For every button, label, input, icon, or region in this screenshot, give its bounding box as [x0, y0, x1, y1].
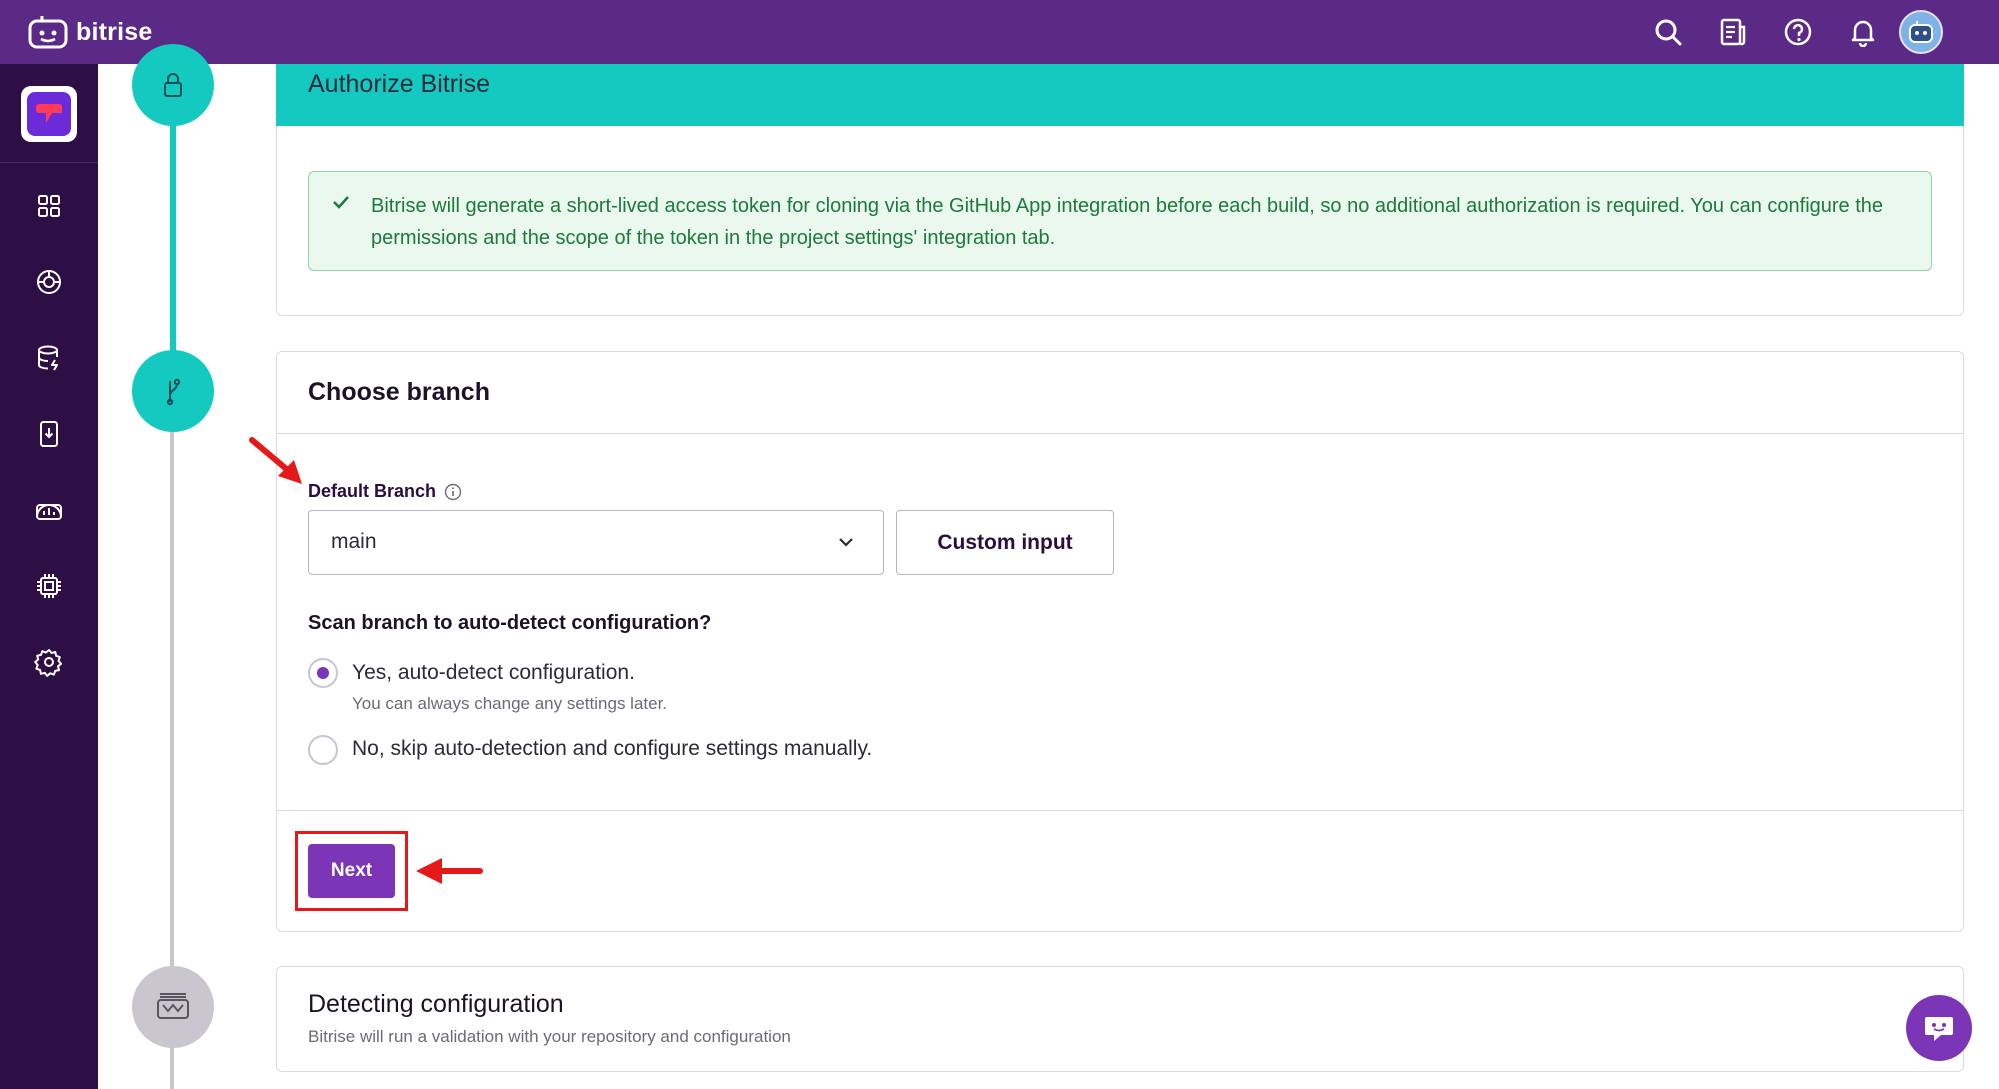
detecting-subtitle: Bitrise will run a validation with your …	[308, 1027, 791, 1046]
default-branch-label: Default Branch	[308, 481, 462, 502]
next-button[interactable]: Next	[308, 844, 395, 898]
chat-icon	[1925, 1017, 1953, 1041]
insights-icon[interactable]	[29, 490, 69, 530]
custom-input-button[interactable]: Custom input	[896, 510, 1114, 575]
choose-branch-card	[276, 351, 1964, 932]
chat-support-button[interactable]	[1906, 995, 1972, 1061]
scan-question: Scan branch to auto-detect configuration…	[308, 612, 712, 634]
card-footer-divider	[276, 810, 1964, 811]
docs-icon[interactable]	[1715, 14, 1751, 50]
radio-auto-detect-hint: You can always change any settings later…	[352, 694, 668, 713]
radio-skip-detection[interactable]	[308, 735, 338, 765]
device-icon[interactable]	[29, 414, 69, 454]
project-avatar[interactable]	[21, 86, 77, 142]
bell-icon[interactable]	[1845, 14, 1881, 50]
choose-branch-title: Choose branch	[308, 378, 490, 406]
success-notice: Bitrise will generate a short-lived acce…	[308, 171, 1932, 271]
card-header-divider	[276, 433, 1964, 434]
annotation-arrow-next	[416, 858, 483, 884]
bitrise-logo-icon	[28, 16, 68, 49]
chevron-down-icon	[837, 533, 855, 556]
storage-icon[interactable]	[29, 338, 69, 378]
authorize-header: Authorize Bitrise	[276, 64, 1964, 126]
selected-branch-value: main	[331, 530, 377, 553]
sidebar-divider	[0, 162, 98, 163]
notice-text: Bitrise will generate a short-lived acce…	[371, 195, 1884, 249]
step-authorize-lock-icon	[132, 44, 214, 126]
search-icon[interactable]	[1650, 14, 1686, 50]
help-icon[interactable]	[1780, 14, 1816, 50]
dashboard-icon[interactable]	[29, 186, 69, 226]
check-icon	[331, 192, 351, 217]
radio-auto-detect[interactable]	[308, 658, 338, 688]
default-branch-select[interactable]: main	[308, 510, 884, 575]
avatar[interactable]	[1899, 10, 1943, 54]
radio-auto-detect-label[interactable]: Yes, auto-detect configuration.	[352, 661, 635, 685]
sidebar	[0, 64, 98, 1089]
brand-name: bitrise	[76, 17, 153, 46]
authorize-title: Authorize Bitrise	[308, 70, 491, 98]
detecting-title: Detecting configuration	[308, 990, 564, 1018]
step-detecting-icon	[132, 966, 214, 1048]
top-bar: bitrise	[0, 0, 1999, 64]
default-branch-label-text: Default Branch	[308, 481, 437, 501]
radio-skip-detection-label[interactable]: No, skip auto-detection and configure se…	[352, 737, 872, 761]
builds-icon[interactable]	[29, 262, 69, 302]
annotation-arrow-label	[249, 437, 302, 484]
chip-icon[interactable]	[29, 566, 69, 606]
step-branch-git-icon	[132, 350, 214, 432]
avatar-robot-icon	[1909, 21, 1933, 43]
detecting-card	[276, 966, 1964, 1072]
settings-icon[interactable]	[29, 642, 69, 682]
info-icon[interactable]	[444, 483, 462, 501]
bitrise-logo[interactable]: bitrise	[28, 14, 152, 50]
project-logo-icon	[27, 92, 71, 136]
